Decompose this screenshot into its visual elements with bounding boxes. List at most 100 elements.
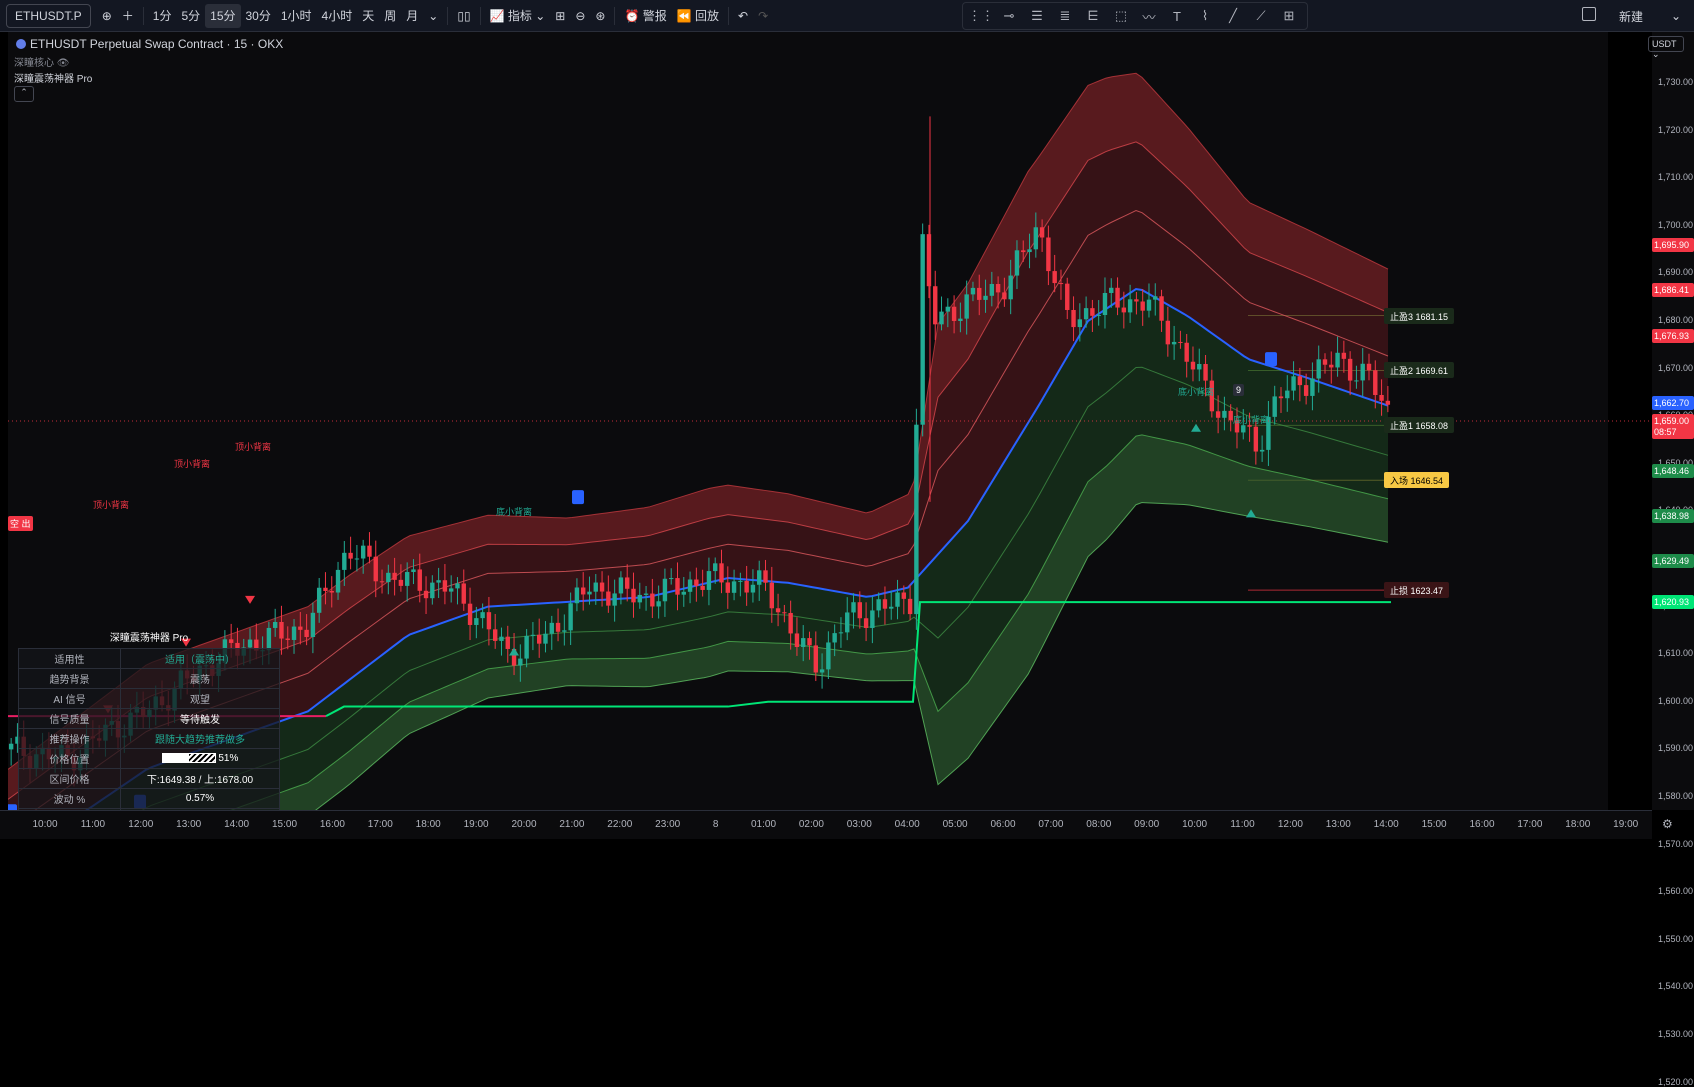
time-axis-label: 15:00 bbox=[271, 819, 298, 830]
candle-body bbox=[819, 669, 825, 673]
candle-body bbox=[298, 626, 303, 630]
time-axis[interactable]: 10:00 11:00 12:00 13:00 14:00 15:00 16:00 17:00… bbox=[0, 810, 1673, 839]
candle-body bbox=[1379, 394, 1384, 401]
time-axis-label: 10:00 bbox=[1182, 819, 1208, 830]
time-axis-label: 12:00 bbox=[128, 819, 154, 830]
interval-chevron-down-icon[interactable]: ⌄ bbox=[423, 4, 443, 28]
price-axis-label: 1,710.00 bbox=[1658, 172, 1694, 183]
currency-label: USDT bbox=[1652, 39, 1677, 49]
candle-body bbox=[423, 590, 429, 599]
candle-body bbox=[1052, 271, 1057, 284]
replay-button[interactable]: ⏪ 回放 bbox=[672, 4, 724, 28]
collapse-legend-chevron-up-icon[interactable]: ⌃ bbox=[14, 86, 34, 102]
legend-indicator-pro[interactable]: 深瞳震荡神器 Pro bbox=[14, 70, 92, 85]
interval-15m[interactable]: 15分 bbox=[205, 3, 241, 28]
candle-body bbox=[291, 626, 297, 640]
settings-gear-icon[interactable]: ⚙ bbox=[1662, 817, 1673, 831]
candle-body bbox=[694, 579, 699, 586]
currency-select[interactable]: USDT ⌄ bbox=[1648, 36, 1684, 59]
interval-1h[interactable]: 1小时 bbox=[276, 4, 317, 28]
time-axis-label: 15:00 bbox=[1421, 819, 1447, 830]
candle-body bbox=[555, 622, 561, 632]
candle-body bbox=[1184, 342, 1189, 362]
candle-body bbox=[857, 602, 863, 619]
candle-body bbox=[411, 569, 416, 573]
price-axis-label: 1,730.00 bbox=[1658, 77, 1694, 87]
drag-handle-icon[interactable]: ⋮⋮ bbox=[967, 8, 995, 24]
trend-line-icon[interactable]: ╱ bbox=[1219, 8, 1247, 24]
candle-body bbox=[750, 584, 756, 593]
time-axis-label: 17:00 bbox=[367, 819, 393, 830]
chart-area[interactable]: ETHUSDT Perpetual Swap Contract · 15 · O… bbox=[8, 32, 1652, 829]
ethereum-icon bbox=[16, 39, 26, 49]
fib-extension-icon[interactable]: ⋿ bbox=[1079, 8, 1107, 24]
candle-body bbox=[1190, 361, 1196, 370]
brush-icon[interactable]: ⌇ bbox=[1191, 8, 1219, 24]
replay-label: 回放 bbox=[695, 9, 720, 23]
trade-level-label: 止损 1623.47 bbox=[1384, 582, 1450, 599]
interval-4h[interactable]: 4小时 bbox=[317, 4, 358, 28]
eye-icon[interactable]: 👁 bbox=[57, 58, 70, 69]
undo-icon[interactable]: ↶ bbox=[733, 4, 753, 28]
info-table-key: 区间价格 bbox=[18, 768, 121, 789]
candle-body bbox=[524, 635, 529, 659]
horizontal-line-icon[interactable]: ⊸ bbox=[995, 8, 1023, 24]
time-axis-label: 11:00 bbox=[80, 819, 106, 830]
interval-5m[interactable]: 5分 bbox=[176, 4, 205, 28]
time-axis-label: 01:00 bbox=[750, 819, 777, 830]
time-axis-label: 12:00 bbox=[1277, 819, 1303, 830]
candle-body bbox=[1046, 237, 1051, 272]
legend-title: ETHUSDT Perpetual Swap Contract · 15 · O… bbox=[16, 37, 283, 51]
candle-body bbox=[1322, 359, 1328, 365]
crosshair-icon[interactable]: ⊞ bbox=[1275, 8, 1303, 24]
candle-body bbox=[1090, 308, 1095, 316]
price-axis-label: 1,700.00 bbox=[1658, 219, 1694, 230]
candle-body bbox=[499, 636, 504, 641]
time-axis-label: 05:00 bbox=[942, 819, 968, 830]
symbol-search-button[interactable]: ETHUSDT.P bbox=[6, 3, 91, 28]
ruler-icon[interactable]: ⟋ bbox=[1247, 8, 1275, 24]
interval-1m[interactable]: 1分 bbox=[148, 4, 177, 28]
interval-month[interactable]: 月 bbox=[401, 4, 423, 28]
add-symbol-icon[interactable]: ＋ bbox=[117, 4, 139, 28]
candle-body bbox=[1065, 283, 1070, 310]
redo-icon[interactable]: ↷ bbox=[753, 4, 773, 28]
candle-style-icon[interactable]: ▯▯ bbox=[452, 4, 475, 28]
parallel-lines-icon[interactable]: ☰ bbox=[1023, 8, 1051, 24]
candle-body bbox=[618, 577, 624, 594]
chevron-down-icon[interactable]: ⌄ bbox=[1666, 4, 1686, 28]
compare-icon[interactable]: ⊕ bbox=[97, 4, 117, 28]
legend-indicator-core[interactable]: 深瞳核心 👁 bbox=[14, 54, 69, 69]
candle-body bbox=[442, 580, 448, 592]
path-icon[interactable]: 〰 bbox=[1135, 7, 1163, 26]
script-icon[interactable]: ⊛ bbox=[590, 4, 610, 28]
info-table-row: 信号质量 等待触发 bbox=[18, 708, 280, 729]
new-button[interactable]: 新建 bbox=[1614, 4, 1648, 28]
interval-30m[interactable]: 30分 bbox=[241, 4, 276, 28]
trade-level-label: 止盈3 1681.15 bbox=[1384, 307, 1455, 324]
candle-body bbox=[838, 632, 844, 634]
candle-body bbox=[1310, 378, 1315, 396]
candle-body bbox=[329, 590, 334, 593]
fib-icon[interactable]: ≣ bbox=[1051, 8, 1079, 24]
candle-body bbox=[970, 287, 976, 295]
legend-title-text: ETHUSDT Perpetual Swap Contract · 15 · O… bbox=[30, 37, 284, 51]
candle-body bbox=[725, 582, 730, 593]
candle-body bbox=[744, 580, 749, 593]
candle-body bbox=[1215, 411, 1221, 418]
minus-icon[interactable]: ⊖ bbox=[570, 4, 590, 28]
price-axis[interactable]: USDT ⌄ 1,730.00 1,720.00 1,710.00 1,700.00 1… bbox=[1648, 32, 1694, 1087]
price-axis-label: 1,590.00 bbox=[1658, 743, 1694, 754]
layout-icon[interactable] bbox=[1582, 7, 1596, 21]
templates-icon[interactable]: ⊞ bbox=[550, 4, 570, 28]
text-icon[interactable]: T bbox=[1163, 9, 1191, 24]
interval-day[interactable]: 天 bbox=[357, 4, 379, 28]
candle-body bbox=[870, 610, 875, 628]
candle-body bbox=[1253, 426, 1259, 452]
interval-week[interactable]: 周 bbox=[379, 4, 401, 28]
candle-body bbox=[1102, 292, 1108, 316]
indicators-button[interactable]: 📈 指标 ⌄ bbox=[485, 4, 551, 28]
time-axis-label: 22:00 bbox=[607, 819, 633, 830]
alert-button[interactable]: ⏰ 警报 bbox=[619, 4, 671, 28]
rectangle-icon[interactable]: ⬚ bbox=[1107, 8, 1135, 24]
